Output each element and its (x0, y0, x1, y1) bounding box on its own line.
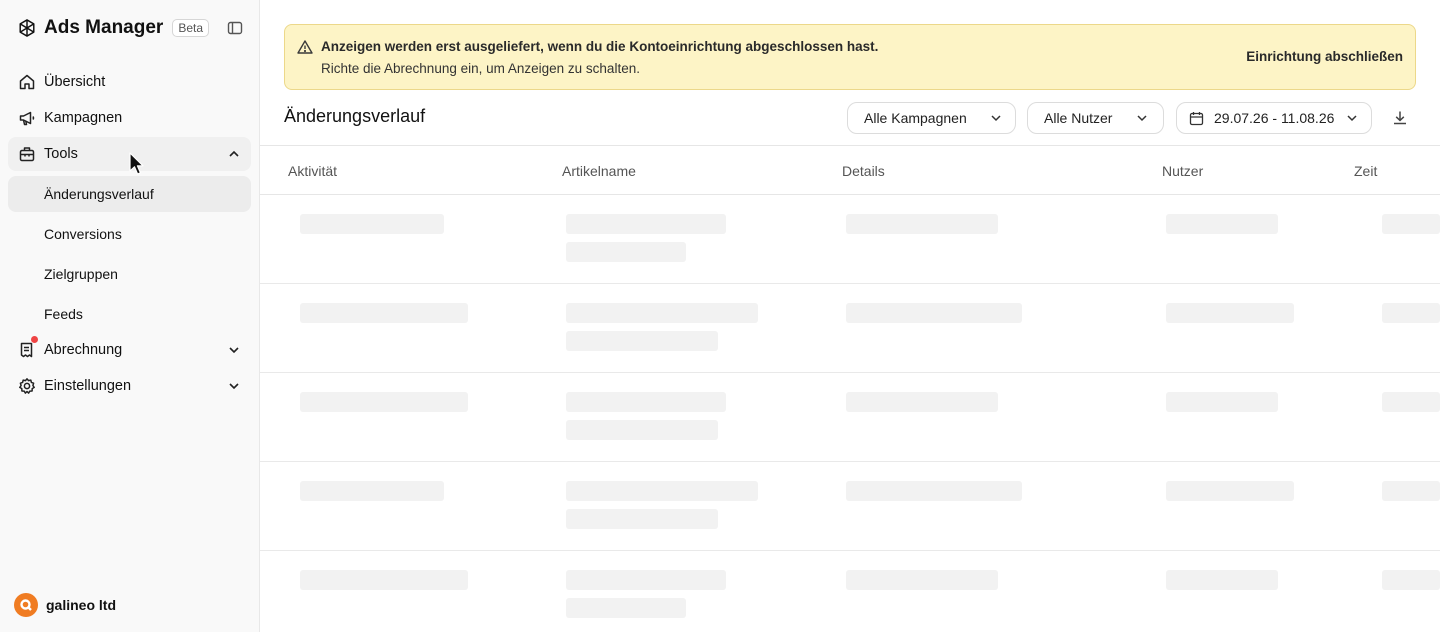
skeleton-placeholder (566, 214, 726, 234)
chevron-down-icon (227, 343, 241, 357)
column-header-nutzer[interactable]: Nutzer (1162, 163, 1203, 179)
sidebar-item-label: Abrechnung (44, 342, 123, 358)
complete-setup-link[interactable]: Einrichtung abschließen (1246, 49, 1403, 64)
sidebar-subitem-label: Änderungsverlauf (44, 186, 154, 202)
skeleton-placeholder (566, 481, 758, 501)
column-header-details[interactable]: Details (842, 163, 885, 179)
sidebar-subitem-label: Zielgruppen (44, 266, 118, 282)
skeleton-placeholder (566, 509, 718, 529)
skeleton-placeholder (1382, 392, 1440, 412)
skeleton-placeholder (300, 570, 468, 590)
sidebar-subitem-zielgruppen[interactable]: Zielgruppen (8, 256, 251, 292)
table-row-skeleton (260, 373, 1440, 462)
skeleton-placeholder (566, 331, 718, 351)
sidebar-subitem-conversions[interactable]: Conversions (8, 216, 251, 252)
banner-title: Anzeigen werden erst ausgeliefert, wenn … (321, 39, 879, 54)
skeleton-placeholder (846, 481, 1022, 501)
setup-warning-banner: Anzeigen werden erst ausgeliefert, wenn … (284, 24, 1416, 90)
table-header: Aktivität Artikelname Details Nutzer Zei… (260, 145, 1440, 195)
calendar-icon (1189, 111, 1204, 126)
chevron-up-icon (227, 147, 241, 161)
receipt-icon (18, 341, 36, 359)
notification-dot (31, 336, 38, 343)
megaphone-icon (18, 109, 36, 127)
skeleton-placeholder (1166, 392, 1278, 412)
skeleton-placeholder (846, 303, 1022, 323)
skeleton-placeholder (566, 420, 718, 440)
sidebar-subitem-aenderungsverlauf[interactable]: Änderungsverlauf (8, 176, 251, 212)
skeleton-placeholder (300, 214, 444, 234)
skeleton-placeholder (300, 481, 444, 501)
column-header-artikelname[interactable]: Artikelname (562, 163, 636, 179)
mouse-cursor-icon (129, 152, 145, 176)
sidebar-item-kampagnen[interactable]: Kampagnen (8, 101, 251, 135)
page-title: Änderungsverlauf (284, 106, 426, 126)
avatar (14, 593, 38, 617)
chevron-down-icon (1345, 111, 1359, 125)
home-icon (18, 73, 36, 91)
chevron-down-icon (227, 379, 241, 393)
beta-badge: Beta (172, 19, 209, 37)
account-switcher[interactable]: galineo ltd (14, 593, 116, 617)
banner-subtitle: Richte die Abrechnung ein, um Anzeigen z… (321, 61, 640, 76)
skeleton-placeholder (1166, 303, 1294, 323)
sidebar-item-label: Kampagnen (44, 110, 123, 126)
account-name: galineo ltd (46, 597, 116, 613)
sidebar-item-label: Tools (44, 146, 78, 162)
skeleton-placeholder (300, 392, 468, 412)
chevron-down-icon (1135, 111, 1149, 125)
sidebar-subitem-label: Feeds (44, 306, 83, 322)
skeleton-placeholder (846, 570, 998, 590)
chevron-down-icon (989, 111, 1003, 125)
sidebar-item-label: Übersicht (44, 74, 106, 90)
warning-icon (297, 39, 313, 55)
toolbox-icon (18, 145, 36, 163)
skeleton-placeholder (1382, 570, 1440, 590)
campaign-filter-dropdown[interactable]: Alle Kampagnen (847, 102, 1016, 134)
gear-icon (18, 377, 36, 395)
table-row-skeleton (260, 195, 1440, 284)
column-header-zeit[interactable]: Zeit (1354, 163, 1377, 179)
sidebar-item-einstellungen[interactable]: Einstellungen (8, 369, 251, 403)
download-icon[interactable] (1390, 108, 1410, 128)
user-filter-value: Alle Nutzer (1044, 110, 1113, 126)
column-header-aktivitaet[interactable]: Aktivität (288, 163, 337, 179)
skeleton-placeholder (566, 303, 758, 323)
table-row-skeleton (260, 284, 1440, 373)
sidebar-subitem-label: Conversions (44, 226, 122, 242)
openai-logo-icon (16, 17, 38, 39)
sidebar-item-abrechnung[interactable]: Abrechnung (8, 333, 251, 367)
table-row-skeleton (260, 551, 1440, 632)
sidebar-item-label: Einstellungen (44, 378, 132, 394)
skeleton-placeholder (300, 303, 468, 323)
skeleton-placeholder (1382, 303, 1440, 323)
sidebar-subitem-feeds[interactable]: Feeds (8, 296, 251, 332)
sidebar-toggle-icon[interactable] (226, 19, 244, 37)
sidebar: Ads Manager Beta Übersicht Kampagnen Too… (0, 0, 260, 632)
app-title: Ads Manager (44, 17, 164, 38)
skeleton-placeholder (566, 392, 726, 412)
skeleton-placeholder (566, 598, 686, 618)
sidebar-item-uebersicht[interactable]: Übersicht (8, 65, 251, 99)
date-range-picker[interactable]: 29.07.26 - 11.08.26 (1176, 102, 1372, 134)
skeleton-placeholder (1382, 481, 1440, 501)
skeleton-placeholder (1166, 481, 1294, 501)
user-filter-dropdown[interactable]: Alle Nutzer (1027, 102, 1164, 134)
skeleton-placeholder (1166, 214, 1278, 234)
skeleton-placeholder (1382, 214, 1440, 234)
skeleton-placeholder (846, 392, 998, 412)
skeleton-placeholder (566, 570, 726, 590)
table-row-skeleton (260, 462, 1440, 551)
date-range-value: 29.07.26 - 11.08.26 (1214, 110, 1335, 126)
skeleton-placeholder (1166, 570, 1278, 590)
campaign-filter-value: Alle Kampagnen (864, 110, 967, 126)
skeleton-placeholder (846, 214, 998, 234)
skeleton-placeholder (566, 242, 686, 262)
brand[interactable]: Ads Manager Beta (16, 16, 209, 40)
